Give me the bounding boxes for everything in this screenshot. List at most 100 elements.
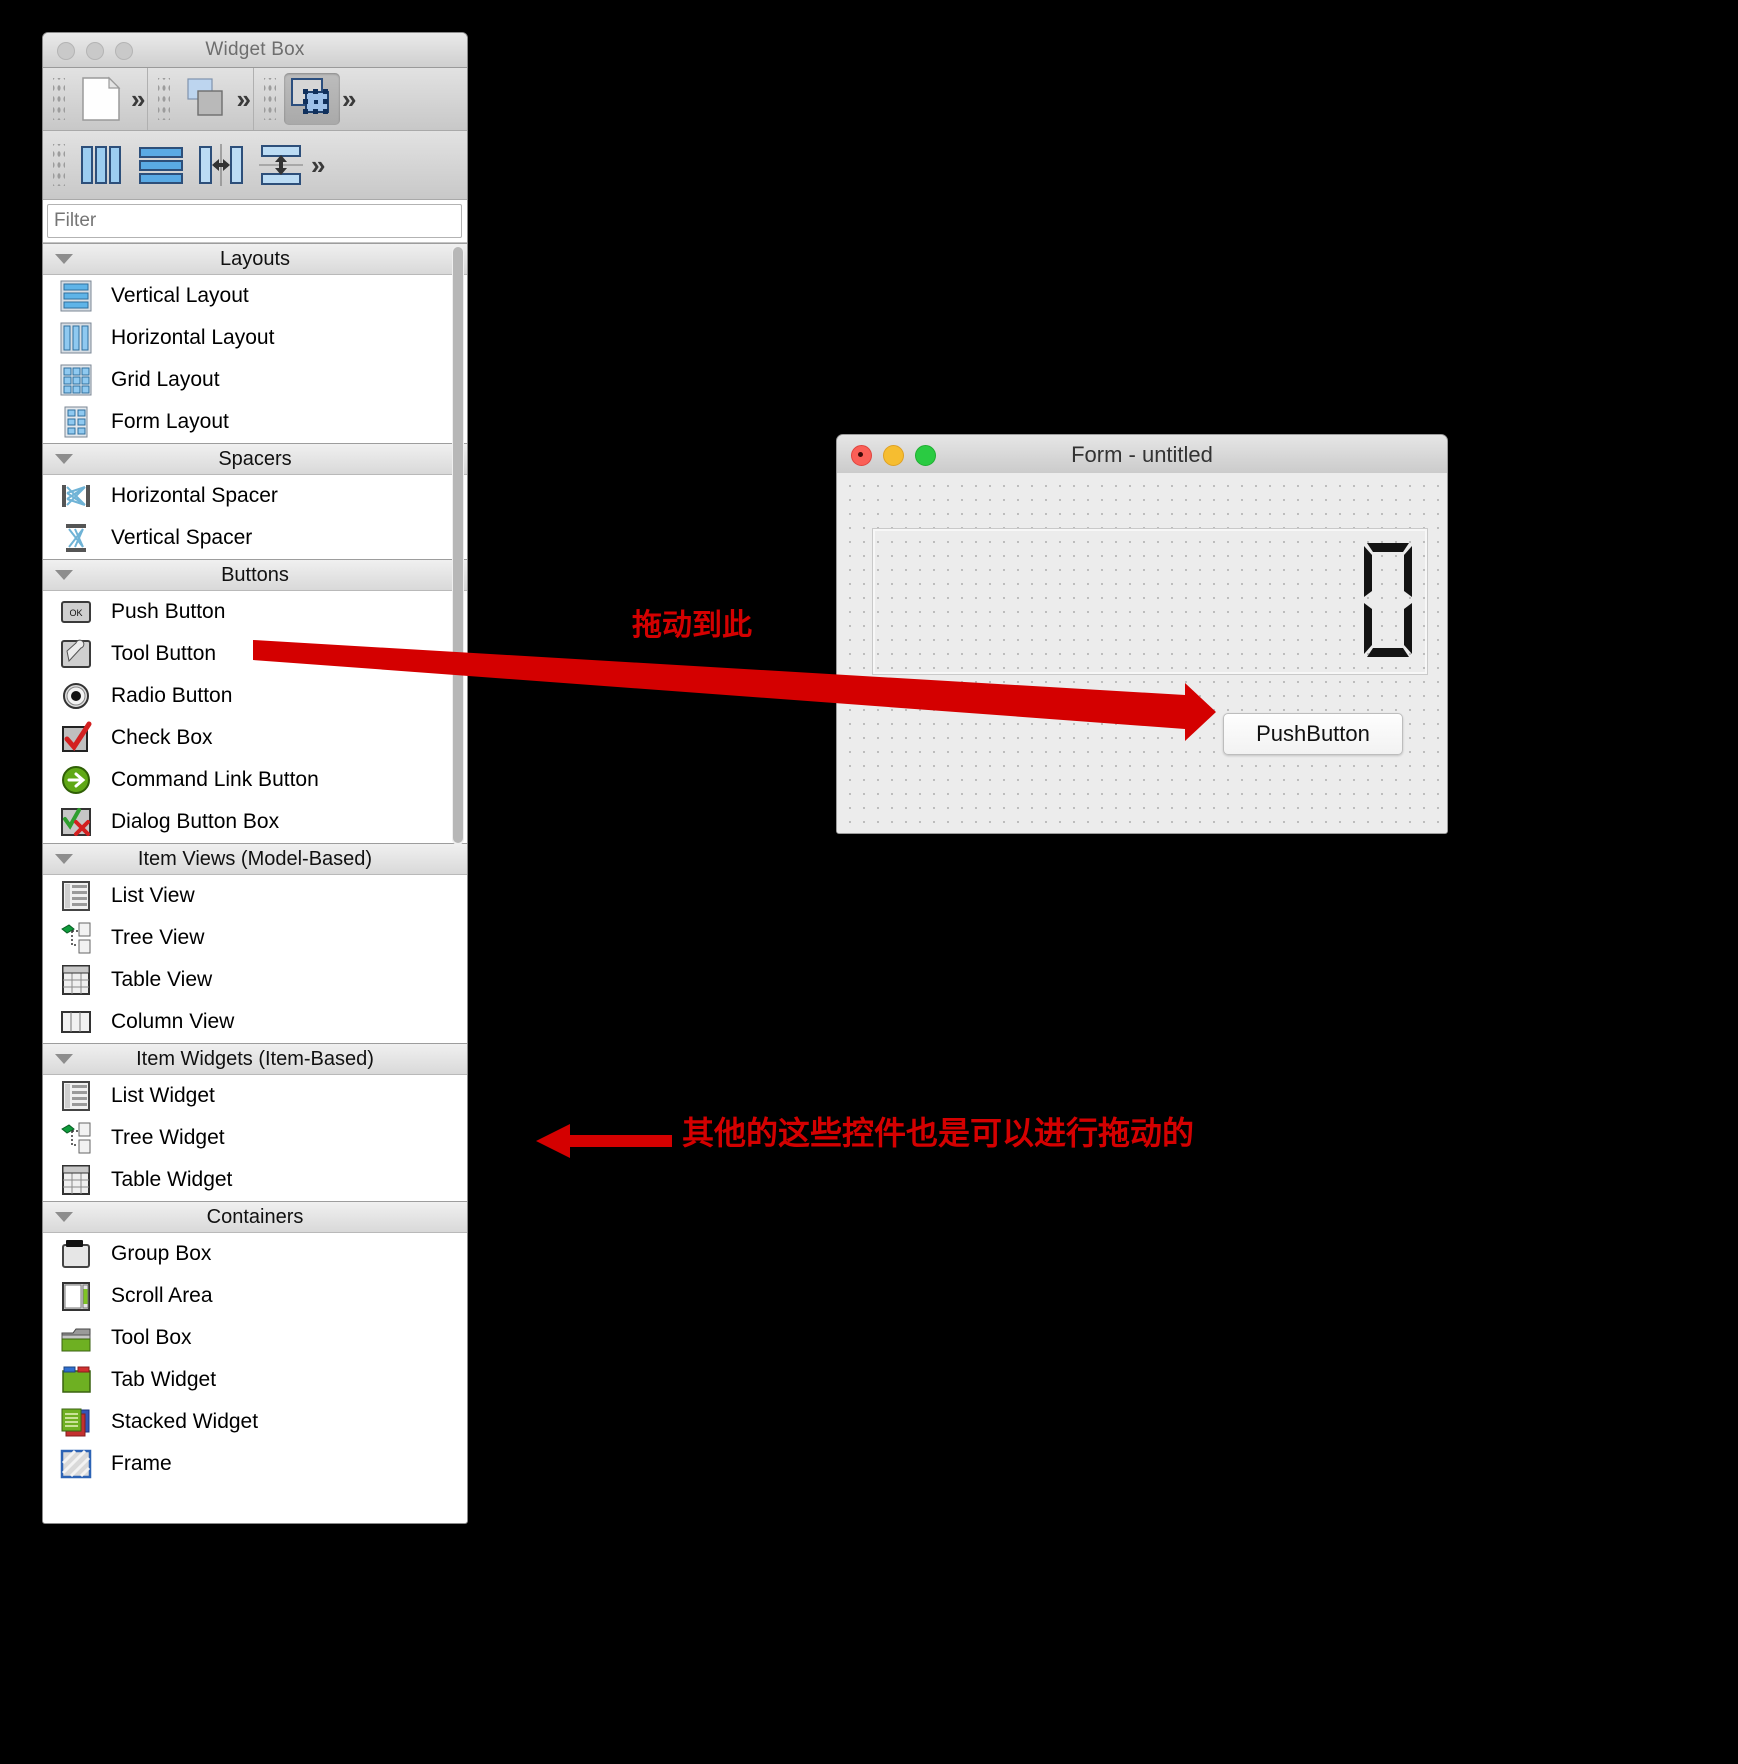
vertical-spacer-icon	[55, 521, 97, 555]
widget-item-frame[interactable]: Frame	[43, 1443, 467, 1483]
widget-item-label: Table Widget	[111, 1168, 233, 1191]
widget-item-group-box[interactable]: Group Box	[43, 1233, 467, 1275]
toolbar-grip-icon[interactable]	[158, 78, 171, 120]
widget-item-form-layout[interactable]: Form Layout	[43, 401, 467, 443]
table-view-icon	[55, 963, 97, 997]
widget-item-label: List View	[111, 884, 195, 907]
column-view-icon	[55, 1005, 97, 1039]
scrollbar-thumb[interactable]	[453, 247, 463, 843]
scroll-area-icon	[55, 1279, 97, 1313]
break-layout-horizontal-icon[interactable]	[193, 139, 249, 191]
widget-box-titlebar[interactable]: Widget Box	[43, 33, 467, 68]
new-form-icon[interactable]	[73, 73, 129, 125]
chevron-double-right-icon[interactable]: »	[131, 84, 147, 115]
form-designer-window[interactable]: Form - untitled PushButton	[836, 434, 1448, 834]
widget-item-vertical-layout[interactable]: Vertical Layout	[43, 275, 467, 317]
widget-item-command-link-button[interactable]: Command Link Button	[43, 759, 467, 801]
horizontal-spacer-icon	[55, 479, 97, 513]
chevron-double-right-icon[interactable]: »	[236, 84, 252, 115]
toolbar-grip-icon[interactable]	[263, 78, 276, 120]
push-button-label: PushButton	[1256, 721, 1370, 746]
other-widgets-draggable-note: 其他的这些控件也是可以进行拖动的	[682, 1115, 1195, 1151]
widget-item-horizontal-layout[interactable]: Horizontal Layout	[43, 317, 467, 359]
widget-item-label: Tool Box	[111, 1326, 192, 1349]
widget-item-radio-button[interactable]: Radio Button	[43, 675, 467, 717]
edit-widgets-icon[interactable]	[283, 73, 340, 125]
vertical-layout-icon[interactable]	[133, 139, 189, 191]
category-label: Buttons	[221, 563, 289, 586]
widget-item-tree-widget[interactable]: Tree Widget	[43, 1117, 467, 1159]
table-widget-icon	[55, 1163, 97, 1197]
widget-item-tab-widget[interactable]: Tab Widget	[43, 1359, 467, 1401]
widget-item-stacked-widget[interactable]: Stacked Widget	[43, 1401, 467, 1443]
widget-item-horizontal-spacer[interactable]: Horizontal Spacer	[43, 475, 467, 517]
widget-box-toolbar-row1[interactable]: » » »	[43, 68, 467, 131]
category-label: Spacers	[218, 447, 292, 470]
widget-item-label: Tool Button	[111, 642, 217, 665]
vertical-layout-icon	[55, 279, 97, 313]
category-label: Containers	[206, 1205, 304, 1228]
stacked-widget-icon	[55, 1405, 97, 1439]
widget-item-label: Dialog Button Box	[111, 810, 280, 833]
widget-item-check-box[interactable]: Check Box	[43, 717, 467, 759]
category-header-item-views-model-based[interactable]: Item Views (Model-Based)	[43, 843, 467, 875]
chevron-double-right-icon[interactable]: »	[342, 84, 358, 115]
widget-item-label: Horizontal Layout	[111, 326, 275, 349]
svg-text:OK: OK	[69, 608, 82, 618]
vertical-scrollbar[interactable]	[452, 245, 464, 845]
toolbar-grip-icon[interactable]	[53, 144, 65, 186]
stacked-widgets-icon[interactable]	[178, 73, 234, 125]
widget-item-label: Stacked Widget	[111, 1410, 259, 1433]
widget-item-label: Vertical Layout	[111, 284, 249, 307]
category-label: Item Views (Model-Based)	[137, 847, 373, 870]
form-titlebar[interactable]: Form - untitled	[837, 435, 1447, 474]
category-header-layouts[interactable]: Layouts	[43, 243, 467, 275]
widget-item-label: Tab Widget	[111, 1368, 217, 1391]
widget-item-vertical-spacer[interactable]: Vertical Spacer	[43, 517, 467, 559]
dialog-button-box-icon	[55, 805, 97, 839]
radio-button-icon	[55, 679, 97, 713]
toolbar-grip-icon[interactable]	[53, 78, 65, 120]
widget-item-tree-view[interactable]: Tree View	[43, 917, 467, 959]
form-layout-icon	[55, 405, 97, 439]
widget-item-table-view[interactable]: Table View	[43, 959, 467, 1001]
category-label: Layouts	[219, 247, 291, 270]
category-header-item-widgets-item-based[interactable]: Item Widgets (Item-Based)	[43, 1043, 467, 1075]
tool-button-icon	[55, 637, 97, 671]
category-label: Item Widgets (Item-Based)	[136, 1047, 374, 1070]
widget-item-label: Push Button	[111, 600, 226, 623]
filter-row[interactable]	[43, 200, 467, 242]
toolbar-separator	[252, 68, 254, 130]
category-header-buttons[interactable]: Buttons	[43, 559, 467, 591]
form-title: Form - untitled	[1071, 442, 1213, 467]
form-canvas[interactable]: PushButton	[837, 473, 1447, 833]
search-input[interactable]	[47, 204, 462, 238]
widget-item-column-view[interactable]: Column View	[43, 1001, 467, 1043]
widget-item-dialog-button-box[interactable]: Dialog Button Box	[43, 801, 467, 843]
widget-item-tool-box[interactable]: Tool Box	[43, 1317, 467, 1359]
category-header-spacers[interactable]: Spacers	[43, 443, 467, 475]
tree-view-icon	[55, 921, 97, 955]
check-box-icon	[55, 721, 97, 755]
widget-item-list-widget[interactable]: List Widget	[43, 1075, 467, 1117]
widget-box-window[interactable]: Widget Box » » » » Filter Layouts Vertic…	[42, 32, 468, 1524]
widget-item-list-view[interactable]: List View	[43, 875, 467, 917]
lcd-digit-zero	[1364, 543, 1412, 657]
adjust-size-icon[interactable]	[253, 139, 309, 191]
push-button-widget[interactable]: PushButton	[1223, 713, 1403, 755]
widget-item-scroll-area[interactable]: Scroll Area	[43, 1275, 467, 1317]
widget-list[interactable]: Layouts Vertical Layout Horizontal Layou…	[43, 242, 467, 1483]
widget-item-label: List Widget	[111, 1084, 215, 1107]
horizontal-layout-icon[interactable]	[73, 139, 129, 191]
widget-item-push-button[interactable]: OK Push Button	[43, 591, 467, 633]
widget-item-grid-layout[interactable]: Grid Layout	[43, 359, 467, 401]
widget-box-toolbar-row2[interactable]: »	[43, 131, 467, 200]
widget-item-label: Grid Layout	[111, 368, 220, 391]
lcd-number-widget[interactable]	[873, 529, 1427, 674]
widget-item-table-widget[interactable]: Table Widget	[43, 1159, 467, 1201]
widget-item-label: Group Box	[111, 1242, 212, 1265]
widget-item-label: Tree View	[111, 926, 205, 949]
chevron-double-right-icon[interactable]: »	[311, 150, 327, 181]
widget-item-tool-button[interactable]: Tool Button	[43, 633, 467, 675]
category-header-containers[interactable]: Containers	[43, 1201, 467, 1233]
